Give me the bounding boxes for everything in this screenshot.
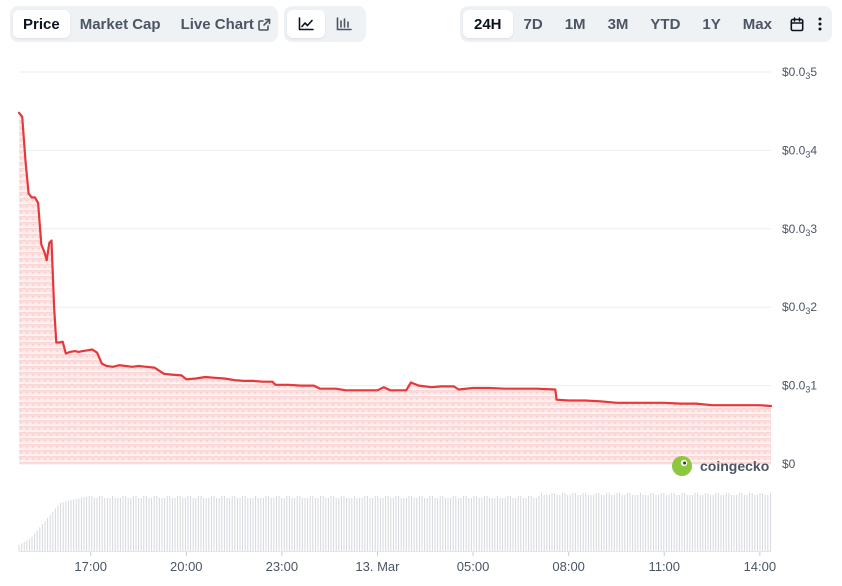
coingecko-logo-pupil — [683, 461, 687, 465]
y-tick-label-0: $0.035 — [782, 65, 817, 81]
y-tick-main: $0.0 — [782, 379, 806, 393]
y-tick-label-1: $0.034 — [782, 143, 817, 159]
x-tick-label-5: 08:00 — [552, 559, 585, 574]
x-tick-label-6: 11:00 — [648, 559, 680, 574]
y-tick-digit: 5 — [810, 65, 817, 79]
x-tick-label-0: 17:00 — [74, 559, 107, 574]
price-chart[interactable]: $0.035$0.034$0.033$0.032$0.031$0 17:00 20… — [0, 0, 842, 586]
y-tick-label-5: $0 — [782, 457, 796, 471]
coingecko-logo-icon — [672, 456, 692, 476]
x-tick-label-4: 05:00 — [457, 559, 490, 574]
price-line[interactable] — [17, 111, 773, 408]
y-tick-label-4: $0.031 — [782, 379, 817, 395]
y-tick-label-2: $0.033 — [782, 222, 817, 238]
y-tick-main: $0.0 — [782, 65, 806, 79]
watermark-text: coingecko — [700, 458, 769, 474]
y-tick-main: $0 — [782, 457, 796, 471]
volume-bars — [18, 493, 771, 552]
x-tick-label-7: 14:00 — [744, 559, 777, 574]
y-axis-labels: $0.035$0.034$0.033$0.032$0.031$0 — [782, 65, 817, 471]
y-tick-digit: 1 — [810, 379, 817, 393]
x-axis-labels: 17:00 20:00 23:00 13. Mar 05:00 08:00 11:00 14:… — [74, 552, 776, 574]
y-tick-digit: 3 — [810, 222, 817, 236]
price-area-fill — [19, 112, 771, 465]
y-tick-main: $0.0 — [782, 300, 806, 314]
x-tick-label-1: 20:00 — [170, 559, 203, 574]
coingecko-watermark: coingecko — [672, 456, 769, 476]
y-tick-main: $0.0 — [782, 143, 806, 157]
y-tick-digit: 2 — [810, 300, 817, 314]
x-tick-label-3: 13. Mar — [355, 559, 400, 574]
y-tick-digit: 4 — [810, 143, 817, 157]
y-tick-label-3: $0.032 — [782, 300, 817, 316]
price-line-group — [17, 111, 773, 408]
x-tick-label-2: 23:00 — [266, 559, 299, 574]
y-tick-main: $0.0 — [782, 222, 806, 236]
price-area — [19, 112, 771, 465]
